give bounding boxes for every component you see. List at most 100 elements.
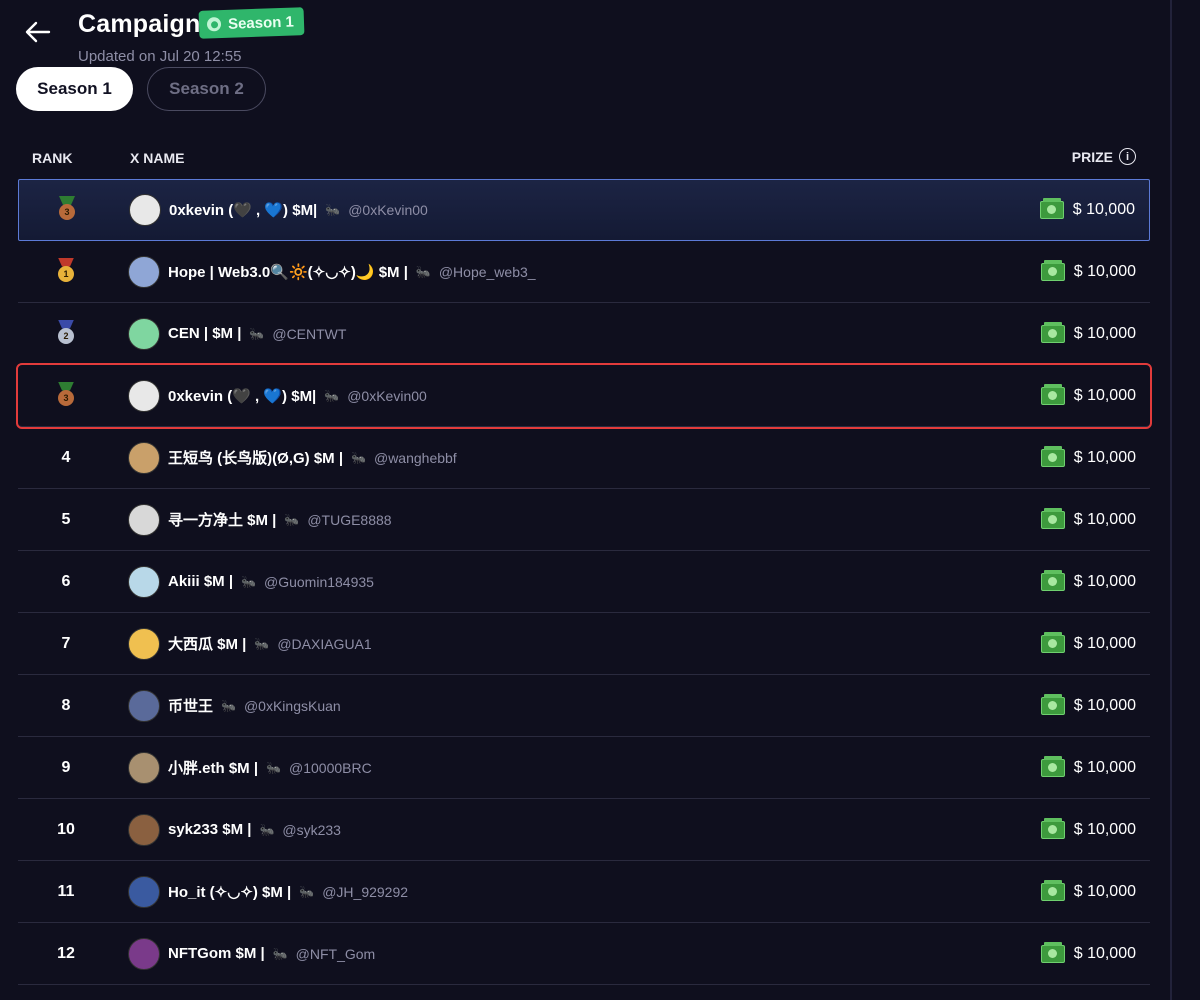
table-row[interactable]: 7 大西瓜 $M | 🐜 @DAXIAGUA1 $ 10,000 — [18, 613, 1150, 675]
season-tabs: Season 1 Season 2 — [16, 67, 266, 112]
info-icon[interactable]: i — [1119, 148, 1136, 165]
money-icon — [1040, 631, 1065, 653]
money-icon — [1040, 693, 1065, 715]
x-handle[interactable]: @Hope_web3_ — [439, 264, 536, 280]
avatar[interactable] — [129, 194, 161, 226]
money-icon — [1040, 879, 1065, 901]
x-handle[interactable]: @0xKingsKuan — [244, 698, 341, 714]
avatar[interactable] — [128, 379, 160, 412]
x-handle[interactable]: @DAXIAGUA1 — [277, 636, 371, 652]
table-row[interactable]: 1 Hope | Web3.0🔍🔆(✧◡✧)🌙 $M | 🐜 @Hope_web3_ $… — [18, 241, 1150, 303]
table-row[interactable]: 3 0xkevin (🖤 , 💙) $M| 🐜 @0xKevin00 $ 10,000 — [18, 179, 1150, 241]
ant-icon: 🐜 — [266, 760, 281, 775]
x-handle[interactable]: @NFT_Gom — [296, 946, 376, 962]
x-handle[interactable]: @syk233 — [282, 822, 341, 838]
x-name[interactable]: 寻一方净土 $M | — [168, 509, 276, 530]
x-handle[interactable]: @0xKevin00 — [348, 202, 428, 218]
avatar[interactable] — [128, 627, 160, 660]
name-cell: 币世王 🐜 @0xKingsKuan — [128, 689, 341, 722]
avatar[interactable] — [128, 751, 160, 784]
rank-number: 11 — [57, 882, 75, 900]
ant-icon: 🐜 — [254, 636, 270, 651]
x-name[interactable]: Hope | Web3.0🔍🔆(✧◡✧)🌙 $M | — [168, 263, 408, 281]
rank-number: 12 — [57, 944, 75, 962]
name-cell: Akiii $M | 🐜 @Guomin184935 — [128, 565, 374, 598]
x-name[interactable]: syk233 $M | — [168, 821, 251, 838]
x-name[interactable]: 王短鸟 (长鸟版)(Ø,G) $M | — [168, 447, 343, 468]
prize-cell: $ 10,000 — [1040, 755, 1136, 777]
ant-icon: 🐜 — [241, 574, 256, 589]
x-name[interactable]: CEN | $M | — [168, 325, 241, 342]
x-handle[interactable]: @Guomin184935 — [264, 574, 374, 590]
prize-cell: $ 10,000 — [1040, 631, 1136, 653]
x-handle[interactable]: @wanghebbf — [374, 450, 457, 466]
x-handle[interactable]: @JH_929292 — [322, 884, 408, 900]
table-row[interactable]: 8 币世王 🐜 @0xKingsKuan $ 10,000 — [18, 675, 1150, 737]
prize-cell: $ 10,000 — [1040, 383, 1136, 405]
money-icon — [1040, 507, 1065, 529]
page-header: Campaign Season 1 Updated on Jul 20 12:5… — [0, 0, 1170, 70]
column-header-prize: PRIZE i — [1072, 148, 1136, 165]
table-row[interactable]: 9 小胖.eth $M | 🐜 @10000BRC $ 10,000 — [18, 737, 1150, 799]
rank-cell: 3 — [19, 179, 115, 241]
prize-value: $ 10,000 — [1073, 696, 1136, 714]
bronze-medal-icon: 3 — [54, 381, 78, 410]
page-title: Campaign — [78, 10, 201, 38]
avatar[interactable] — [128, 565, 160, 598]
x-name[interactable]: 0xkevin (🖤 , 💙) $M| — [169, 201, 317, 219]
avatar[interactable] — [128, 875, 160, 908]
table-row[interactable]: 11 Ho_it (✧◡✧) $M | 🐜 @JH_929292 $ 10,000 — [18, 861, 1150, 923]
x-name[interactable]: 大西瓜 $M | — [168, 633, 246, 654]
table-row[interactable]: 12 NFTGom $M | 🐜 @NFT_Gom $ 10,000 — [18, 923, 1150, 985]
x-handle[interactable]: @0xKevin00 — [347, 388, 427, 404]
silver-medal-icon: 2 — [54, 319, 78, 348]
back-button[interactable] — [22, 18, 54, 46]
rank-number: 6 — [61, 572, 71, 590]
rank-number: 9 — [61, 758, 71, 776]
avatar[interactable] — [128, 689, 160, 722]
prize-value: $ 10,000 — [1073, 634, 1136, 652]
table-row[interactable]: 5 寻一方净土 $M | 🐜 @TUGE8888 $ 10,000 — [18, 489, 1150, 551]
prize-cell: $ 10,000 — [1040, 507, 1136, 529]
avatar[interactable] — [128, 813, 160, 846]
x-name[interactable]: NFTGom $M | — [168, 945, 265, 962]
table-row[interactable]: 2 CEN | $M | 🐜 @CENTWT $ 10,000 — [18, 303, 1150, 365]
tab-season-2[interactable]: Season 2 — [147, 67, 266, 111]
table-row[interactable]: 6 Akiii $M | 🐜 @Guomin184935 $ 10,000 — [18, 551, 1150, 613]
x-handle[interactable]: @CENTWT — [272, 326, 346, 342]
table-row[interactable]: 10 syk233 $M | 🐜 @syk233 $ 10,000 — [18, 799, 1150, 861]
prize-value: $ 10,000 — [1073, 572, 1136, 590]
prize-cell: $ 10,000 — [1040, 879, 1136, 901]
avatar[interactable] — [128, 937, 160, 970]
x-name[interactable]: 币世王 — [168, 695, 213, 716]
x-name[interactable]: Ho_it (✧◡✧) $M | — [168, 883, 291, 901]
avatar[interactable] — [128, 255, 160, 288]
x-handle[interactable]: @10000BRC — [289, 760, 372, 776]
updated-timestamp: Updated on Jul 20 12:55 — [78, 48, 242, 65]
rank-cell: 1 — [18, 241, 114, 303]
live-dot-icon — [206, 17, 222, 32]
rank-cell: 3 — [18, 365, 114, 427]
tab-season-1[interactable]: Season 1 — [16, 67, 133, 111]
name-cell: NFTGom $M | 🐜 @NFT_Gom — [128, 937, 376, 970]
column-header-prize-label: PRIZE — [1071, 148, 1113, 165]
avatar[interactable] — [128, 503, 160, 536]
avatar[interactable] — [128, 441, 160, 474]
scrollbar[interactable] — [1170, 0, 1172, 1000]
name-cell: syk233 $M | 🐜 @syk233 — [128, 813, 341, 846]
x-name[interactable]: 小胖.eth $M | — [168, 757, 258, 778]
rank-cell: 2 — [18, 303, 114, 365]
ant-icon: 🐜 — [299, 884, 315, 899]
table-row[interactable]: 4 王短鸟 (长鸟版)(Ø,G) $M | 🐜 @wanghebbf $ 10,000 — [18, 427, 1150, 489]
rank-number: 7 — [61, 634, 71, 652]
avatar[interactable] — [128, 317, 160, 350]
season-badge-label: Season 1 — [227, 13, 295, 33]
x-name[interactable]: 0xkevin (🖤 , 💙) $M| — [168, 387, 316, 405]
ant-icon: 🐜 — [249, 326, 265, 341]
x-handle[interactable]: @TUGE8888 — [307, 512, 391, 528]
money-icon — [1040, 569, 1065, 591]
x-name[interactable]: Akiii $M | — [168, 573, 233, 590]
rank-cell: 7 — [18, 613, 114, 675]
table-row[interactable]: 3 0xkevin (🖤 , 💙) $M| 🐜 @0xKevin00 $ 10,000 — [16, 363, 1152, 429]
bronze-medal-icon: 3 — [55, 196, 79, 224]
